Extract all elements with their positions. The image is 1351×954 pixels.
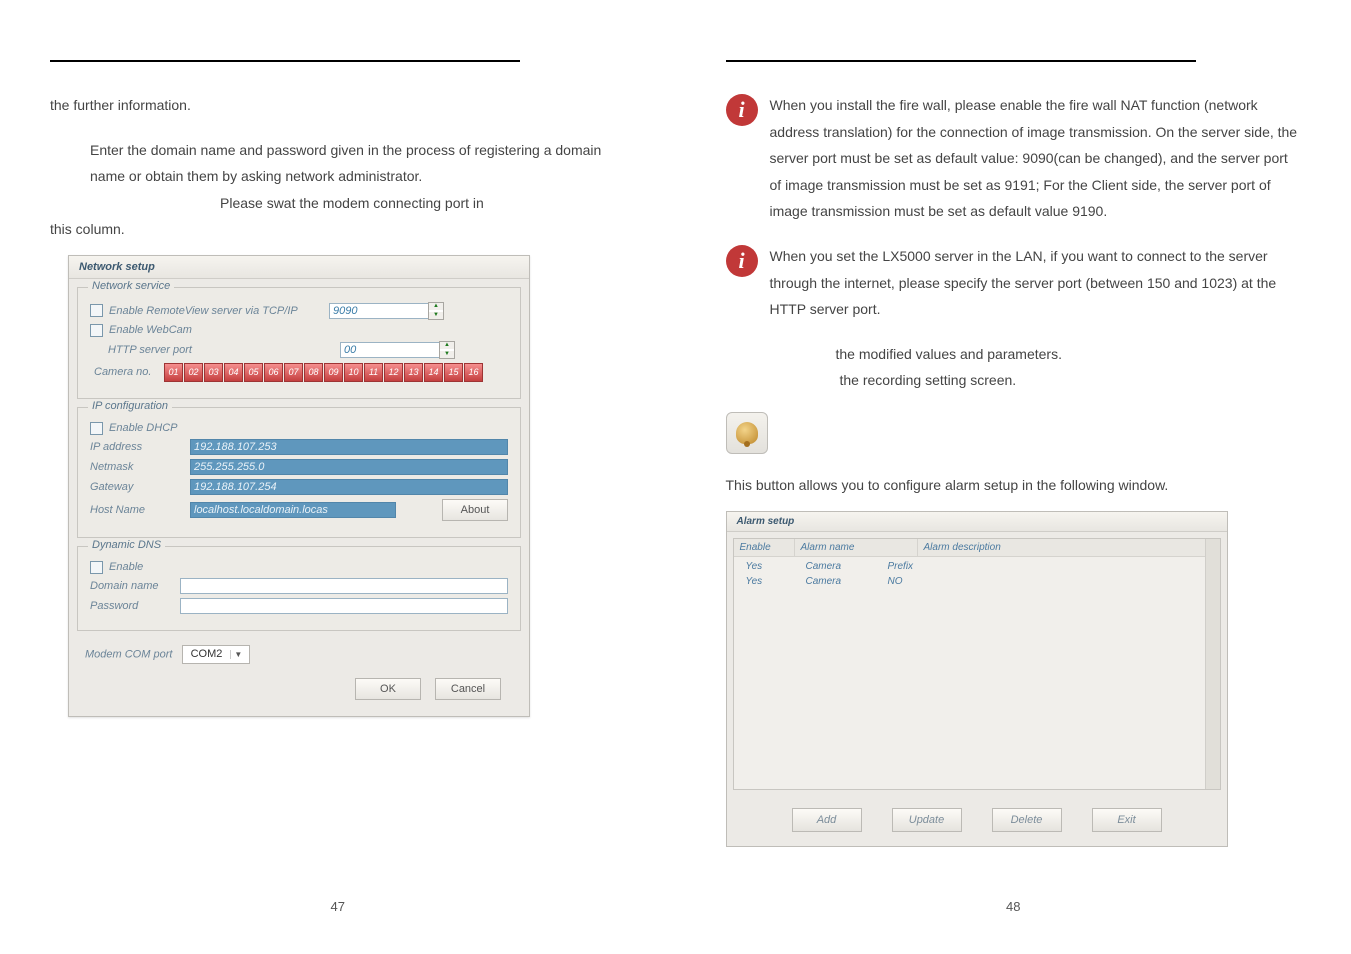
camera-button-02[interactable]: 02 (184, 363, 203, 382)
camera-button-04[interactable]: 04 (224, 363, 243, 382)
update-button[interactable]: Update (892, 808, 962, 832)
info-text: When you set the LX5000 server in the LA… (770, 243, 1302, 323)
camera-button-14[interactable]: 14 (424, 363, 443, 382)
camera-button-09[interactable]: 09 (324, 363, 343, 382)
divider (50, 60, 520, 62)
http-port-label: HTTP server port (90, 344, 258, 356)
ip-address-input[interactable]: 192.188.107.253 (190, 439, 508, 455)
camera-button-15[interactable]: 15 (444, 363, 463, 382)
camera-button-11[interactable]: 11 (364, 363, 383, 382)
paragraph: Enter the domain name and password given… (50, 137, 626, 190)
camera-button-03[interactable]: 03 (204, 363, 223, 382)
alarm-setup-dialog: Alarm setup Enable Alarm name Alarm desc… (726, 511, 1228, 847)
camera-button-05[interactable]: 05 (244, 363, 263, 382)
enable-dhcp-checkbox[interactable] (90, 422, 103, 435)
password-input[interactable] (180, 598, 508, 614)
camera-buttons: 01020304050607080910111213141516 (164, 363, 483, 382)
bullet: the recording setting screen. (726, 367, 1302, 394)
info-note: i When you set the LX5000 server in the … (726, 243, 1302, 323)
dns-enable-checkbox[interactable] (90, 561, 103, 574)
fieldset-legend: Dynamic DNS (88, 539, 165, 551)
enable-webcam-label: Enable WebCam (109, 324, 259, 336)
http-port-input[interactable]: 00 ▲▼ (340, 341, 455, 359)
gateway-label: Gateway (90, 481, 190, 493)
paragraph: the further information. (50, 92, 626, 119)
password-label: Password (90, 600, 180, 612)
delete-button[interactable]: Delete (992, 808, 1062, 832)
page-47: the further information. Enter the domai… (0, 0, 676, 954)
netmask-input[interactable]: 255.255.255.0 (190, 459, 508, 475)
table-header: Enable Alarm name Alarm description (734, 539, 1205, 557)
paragraph: Please swat the modem connecting port in (50, 190, 626, 217)
modem-port-select[interactable]: COM2 ▼ (182, 645, 251, 664)
fieldset-legend: IP configuration (88, 400, 172, 412)
camera-button-10[interactable]: 10 (344, 363, 363, 382)
paragraph: This button allows you to configure alar… (726, 472, 1302, 499)
chevron-down-icon[interactable]: ▼ (230, 650, 245, 659)
camera-button-01[interactable]: 01 (164, 363, 183, 382)
info-icon: i (726, 94, 758, 126)
ok-button[interactable]: OK (355, 678, 421, 700)
network-setup-dialog: Network setup Network service Enable Rem… (68, 255, 530, 717)
fieldset-legend: Network service (88, 280, 174, 292)
info-icon: i (726, 245, 758, 277)
col-alarm-description[interactable]: Alarm description (918, 539, 1205, 556)
camera-button-12[interactable]: 12 (384, 363, 403, 382)
scrollbar[interactable] (1205, 539, 1220, 789)
domain-name-input[interactable] (180, 578, 508, 594)
camera-button-16[interactable]: 16 (464, 363, 483, 382)
exit-button[interactable]: Exit (1092, 808, 1162, 832)
col-alarm-name[interactable]: Alarm name (795, 539, 918, 556)
spinner-buttons[interactable]: ▲▼ (439, 341, 455, 359)
camera-button-07[interactable]: 07 (284, 363, 303, 382)
camera-button-08[interactable]: 08 (304, 363, 323, 382)
col-enable[interactable]: Enable (734, 539, 795, 556)
page-48: i When you install the fire wall, please… (676, 0, 1351, 954)
table-row[interactable]: Yes Yes Camera Camera Prefix NO (734, 557, 1205, 591)
info-note: i When you install the fire wall, please… (726, 92, 1302, 225)
remote-port-input[interactable]: 9090 ▲▼ (329, 302, 444, 320)
gateway-input[interactable]: 192.188.107.254 (190, 479, 508, 495)
dynamic-dns-group: Dynamic DNS Enable Domain name Password (77, 546, 521, 631)
modem-port-label: Modem COM port (85, 648, 172, 660)
enable-remote-checkbox[interactable] (90, 304, 103, 317)
dns-enable-label: Enable (109, 561, 259, 573)
paragraph: this column. (50, 216, 626, 243)
ip-address-label: IP address (90, 441, 190, 453)
enable-dhcp-label: Enable DHCP (109, 422, 259, 434)
add-button[interactable]: Add (792, 808, 862, 832)
about-button[interactable]: About (442, 499, 508, 521)
camera-button-13[interactable]: 13 (404, 363, 423, 382)
ip-config-group: IP configuration Enable DHCP IP address … (77, 407, 521, 538)
camera-no-label: Camera no. (90, 366, 164, 378)
alarm-setup-icon[interactable] (726, 412, 768, 454)
page-number: 48 (676, 899, 1351, 914)
divider (726, 60, 1196, 62)
camera-button-06[interactable]: 06 (264, 363, 283, 382)
hostname-input[interactable]: localhost.localdomain.locas (190, 502, 396, 518)
enable-remote-label: Enable RemoteView server via TCP/IP (109, 305, 329, 317)
dialog-title: Network setup (69, 256, 529, 279)
netmask-label: Netmask (90, 461, 190, 473)
network-service-group: Network service Enable RemoteView server… (77, 287, 521, 399)
enable-webcam-checkbox[interactable] (90, 324, 103, 337)
info-text: When you install the fire wall, please e… (770, 92, 1302, 225)
spinner-buttons[interactable]: ▲▼ (428, 302, 444, 320)
dialog-title: Alarm setup (727, 512, 1227, 532)
bell-icon (736, 422, 758, 444)
hostname-label: Host Name (90, 504, 190, 516)
page-number: 47 (0, 899, 676, 914)
domain-name-label: Domain name (90, 580, 180, 592)
bullet: the modified values and parameters. (726, 341, 1302, 368)
cancel-button[interactable]: Cancel (435, 678, 501, 700)
